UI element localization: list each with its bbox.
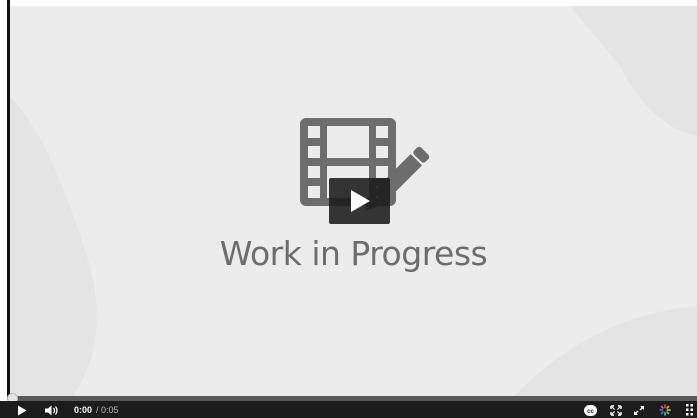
volume-icon — [45, 405, 58, 415]
video-stage[interactable]: Work in Progress — [10, 6, 697, 400]
current-time: 0:00 — [74, 405, 93, 415]
more-menu-button[interactable] — [685, 403, 695, 417]
time-separator: / — [96, 405, 99, 415]
big-play-button[interactable] — [329, 178, 390, 224]
popout-icon — [633, 405, 645, 415]
svg-text:cc: cc — [587, 409, 594, 415]
spinner-settings-icon — [659, 404, 671, 416]
fullscreen-button[interactable] — [609, 404, 623, 416]
play-button[interactable] — [16, 404, 28, 416]
captions-button[interactable]: cc — [583, 404, 597, 416]
duration: 0:05 — [101, 405, 119, 415]
fullscreen-icon — [610, 404, 622, 416]
popout-button[interactable] — [632, 404, 646, 416]
settings-button[interactable] — [658, 403, 672, 417]
video-player[interactable]: Work in Progress 0:00/ 0:05 cc — [0, 0, 697, 418]
play-icon — [18, 405, 27, 415]
control-bar: 0:00/ 0:05 cc — [0, 401, 697, 418]
volume-button[interactable] — [45, 404, 59, 416]
closed-captions-icon: cc — [583, 404, 597, 416]
work-in-progress-title: Work in Progress — [219, 234, 488, 273]
grid-menu-icon — [686, 404, 693, 416]
play-icon — [350, 190, 370, 212]
time-display: 0:00/ 0:05 — [74, 403, 119, 417]
